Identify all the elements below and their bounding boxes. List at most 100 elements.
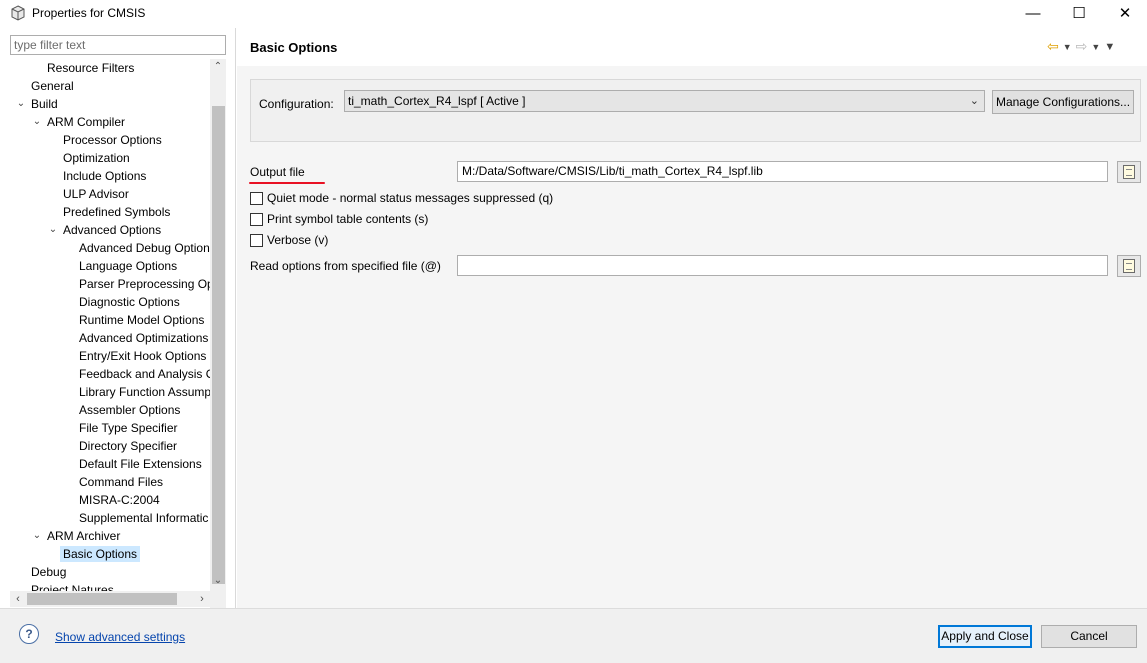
scroll-up-icon[interactable]: ⌃ — [210, 59, 226, 75]
chevron-down-icon[interactable]: ⌄ — [31, 113, 43, 131]
tree-item-label: Build — [31, 97, 58, 111]
tree-item[interactable]: ⌄ ARM Archiver — [33, 527, 121, 545]
tree-item-label: Default File Extensions — [79, 457, 202, 471]
tree-item-label: Advanced Optimizations — [79, 331, 209, 345]
tree-item[interactable]: File Type Specifier — [79, 419, 178, 437]
tree-item[interactable]: Basic Options — [60, 545, 141, 563]
page-navigation: ⇦ ▼ ⇨ ▼ ▼ — [1047, 38, 1115, 55]
checkbox-label: Print symbol table contents (s) — [267, 212, 429, 226]
forward-dropdown-icon[interactable]: ▼ — [1091, 42, 1100, 52]
tree-item-label: MISRA-C:2004 — [79, 493, 160, 507]
browse-read-options-button[interactable] — [1117, 255, 1141, 277]
browse-output-file-button[interactable] — [1117, 161, 1141, 183]
tree-item[interactable]: ULP Advisor — [63, 185, 129, 203]
tree-item[interactable]: Assembler Options — [79, 401, 180, 419]
tree-item-label: Entry/Exit Hook Options — [79, 349, 207, 363]
checkbox-label: Verbose (v) — [267, 233, 329, 247]
output-file-input[interactable]: M:/Data/Software/CMSIS/Lib/ti_math_Corte… — [457, 161, 1108, 182]
tree-item[interactable]: Optimization — [63, 149, 130, 167]
back-arrow-icon[interactable]: ⇦ — [1047, 38, 1059, 55]
tree-item-label: Parser Preprocessing Opt — [79, 277, 210, 291]
tree-item[interactable]: Debug — [31, 563, 66, 581]
configuration-label: Configuration: — [259, 97, 334, 111]
checkbox[interactable] — [250, 233, 263, 247]
tree-item[interactable]: MISRA-C:2004 — [79, 491, 160, 509]
tree-item[interactable]: Language Options — [79, 257, 177, 275]
checkbox[interactable] — [250, 191, 263, 205]
checkbox[interactable] — [250, 212, 263, 226]
tree-item[interactable]: Resource Filters — [47, 59, 134, 77]
tree-item[interactable]: Predefined Symbols — [63, 203, 170, 221]
tree-item-label: Optimization — [63, 151, 130, 165]
option-checkbox-row[interactable]: Print symbol table contents (s) — [250, 211, 428, 227]
back-dropdown-icon[interactable]: ▼ — [1063, 42, 1072, 52]
title-bar: Properties for CMSIS — ☐ ✕ — [0, 0, 1147, 26]
filter-input[interactable] — [10, 35, 226, 55]
tree-item-label: Runtime Model Options — [79, 313, 205, 327]
chevron-down-icon: ⌄ — [969, 95, 979, 107]
checkbox-label: Quiet mode - normal status messages supp… — [267, 191, 554, 205]
property-tree: Resource Filters General ⌄ Build ⌄ ARM Compil… — [0, 59, 210, 591]
tree-item-label: Predefined Symbols — [63, 205, 171, 219]
option-checkbox-row[interactable]: Verbose (v) — [250, 232, 328, 248]
read-options-input[interactable] — [457, 255, 1108, 276]
chevron-down-icon[interactable]: ⌄ — [31, 527, 43, 545]
app-cube-icon — [11, 5, 25, 21]
view-menu-icon[interactable]: ▼ — [1104, 41, 1115, 53]
tree-item[interactable]: ⌄ Build — [17, 95, 58, 113]
scroll-down-icon[interactable]: ⌄ — [210, 573, 226, 589]
tree-item-label: Debug — [31, 565, 67, 579]
scroll-thumb[interactable] — [212, 106, 225, 584]
tree-item-label: Advanced Options — [63, 223, 162, 237]
tree-item-label: Directory Specifier — [79, 439, 178, 453]
show-advanced-settings-link[interactable]: Show advanced settings — [55, 630, 185, 644]
scroll-left-icon[interactable]: ‹ — [10, 591, 26, 607]
manage-configurations-button[interactable]: Manage Configurations... — [992, 90, 1134, 114]
close-button[interactable]: ✕ — [1102, 0, 1147, 26]
tree-item[interactable]: Include Options — [63, 167, 146, 185]
tree-item[interactable]: Library Function Assump — [79, 383, 210, 401]
scroll-right-icon[interactable]: › — [194, 591, 210, 607]
tree-item-label: Feedback and Analysis O — [79, 367, 210, 381]
tree-item[interactable]: Processor Options — [63, 131, 162, 149]
tree-item[interactable]: Project Natures — [31, 581, 114, 591]
help-icon[interactable]: ? — [19, 624, 39, 644]
chevron-down-icon[interactable]: ⌄ — [15, 95, 27, 113]
tree-item-label: Include Options — [63, 169, 147, 183]
tree-item[interactable]: Entry/Exit Hook Options — [79, 347, 206, 365]
configuration-value: ti_math_Cortex_R4_lspf [ Active ] — [348, 94, 526, 108]
navigation-panel: Resource Filters General ⌄ Build ⌄ ARM Compil… — [0, 28, 236, 619]
tree-horizontal-scrollbar[interactable]: ‹ › — [10, 591, 210, 607]
apply-and-close-button[interactable]: Apply and Close — [938, 625, 1032, 648]
tree-vertical-scrollbar[interactable]: ⌃ ⌄ — [210, 59, 226, 619]
tree-item[interactable]: Parser Preprocessing Opt — [79, 275, 210, 293]
tree-item[interactable]: General — [31, 77, 74, 95]
tree-item-label: Resource Filters — [47, 61, 135, 75]
tree-item-label: Supplemental Informatic — [79, 511, 209, 525]
chevron-down-icon[interactable]: ⌄ — [47, 221, 59, 239]
tree-item-label: General — [31, 79, 74, 93]
tree-item[interactable]: ⌄ ARM Compiler — [33, 113, 126, 131]
tree-item[interactable]: Advanced Debug Option — [79, 239, 210, 257]
tree-item-label: ARM Compiler — [47, 115, 126, 129]
tree-item[interactable]: Feedback and Analysis O — [79, 365, 210, 383]
tree-item-label: Assembler Options — [79, 403, 181, 417]
tree-item-label: Command Files — [79, 475, 164, 489]
tree-item[interactable]: Runtime Model Options — [79, 311, 204, 329]
minimize-button[interactable]: — — [1010, 0, 1056, 26]
tree-item[interactable]: Default File Extensions — [79, 455, 202, 473]
tree-item[interactable]: Directory Specifier — [79, 437, 177, 455]
maximize-button[interactable]: ☐ — [1056, 0, 1102, 26]
cancel-button[interactable]: Cancel — [1041, 625, 1137, 648]
forward-arrow-icon[interactable]: ⇨ — [1076, 38, 1088, 55]
dialog-footer: ? Show advanced settings Apply and Close… — [0, 608, 1147, 663]
tree-item[interactable]: Supplemental Informatic — [79, 509, 208, 527]
tree-item[interactable]: Command Files — [79, 473, 163, 491]
tree-item[interactable]: Diagnostic Options — [79, 293, 180, 311]
option-checkbox-row[interactable]: Quiet mode - normal status messages supp… — [250, 190, 553, 206]
tree-item[interactable]: Advanced Optimizations — [79, 329, 208, 347]
configuration-select[interactable]: ti_math_Cortex_R4_lspf [ Active ] ⌄ — [344, 90, 985, 112]
scroll-thumb-horizontal[interactable] — [27, 593, 177, 605]
tree-item[interactable]: ⌄ Advanced Options — [49, 221, 162, 239]
browse-file-icon — [1123, 259, 1135, 273]
